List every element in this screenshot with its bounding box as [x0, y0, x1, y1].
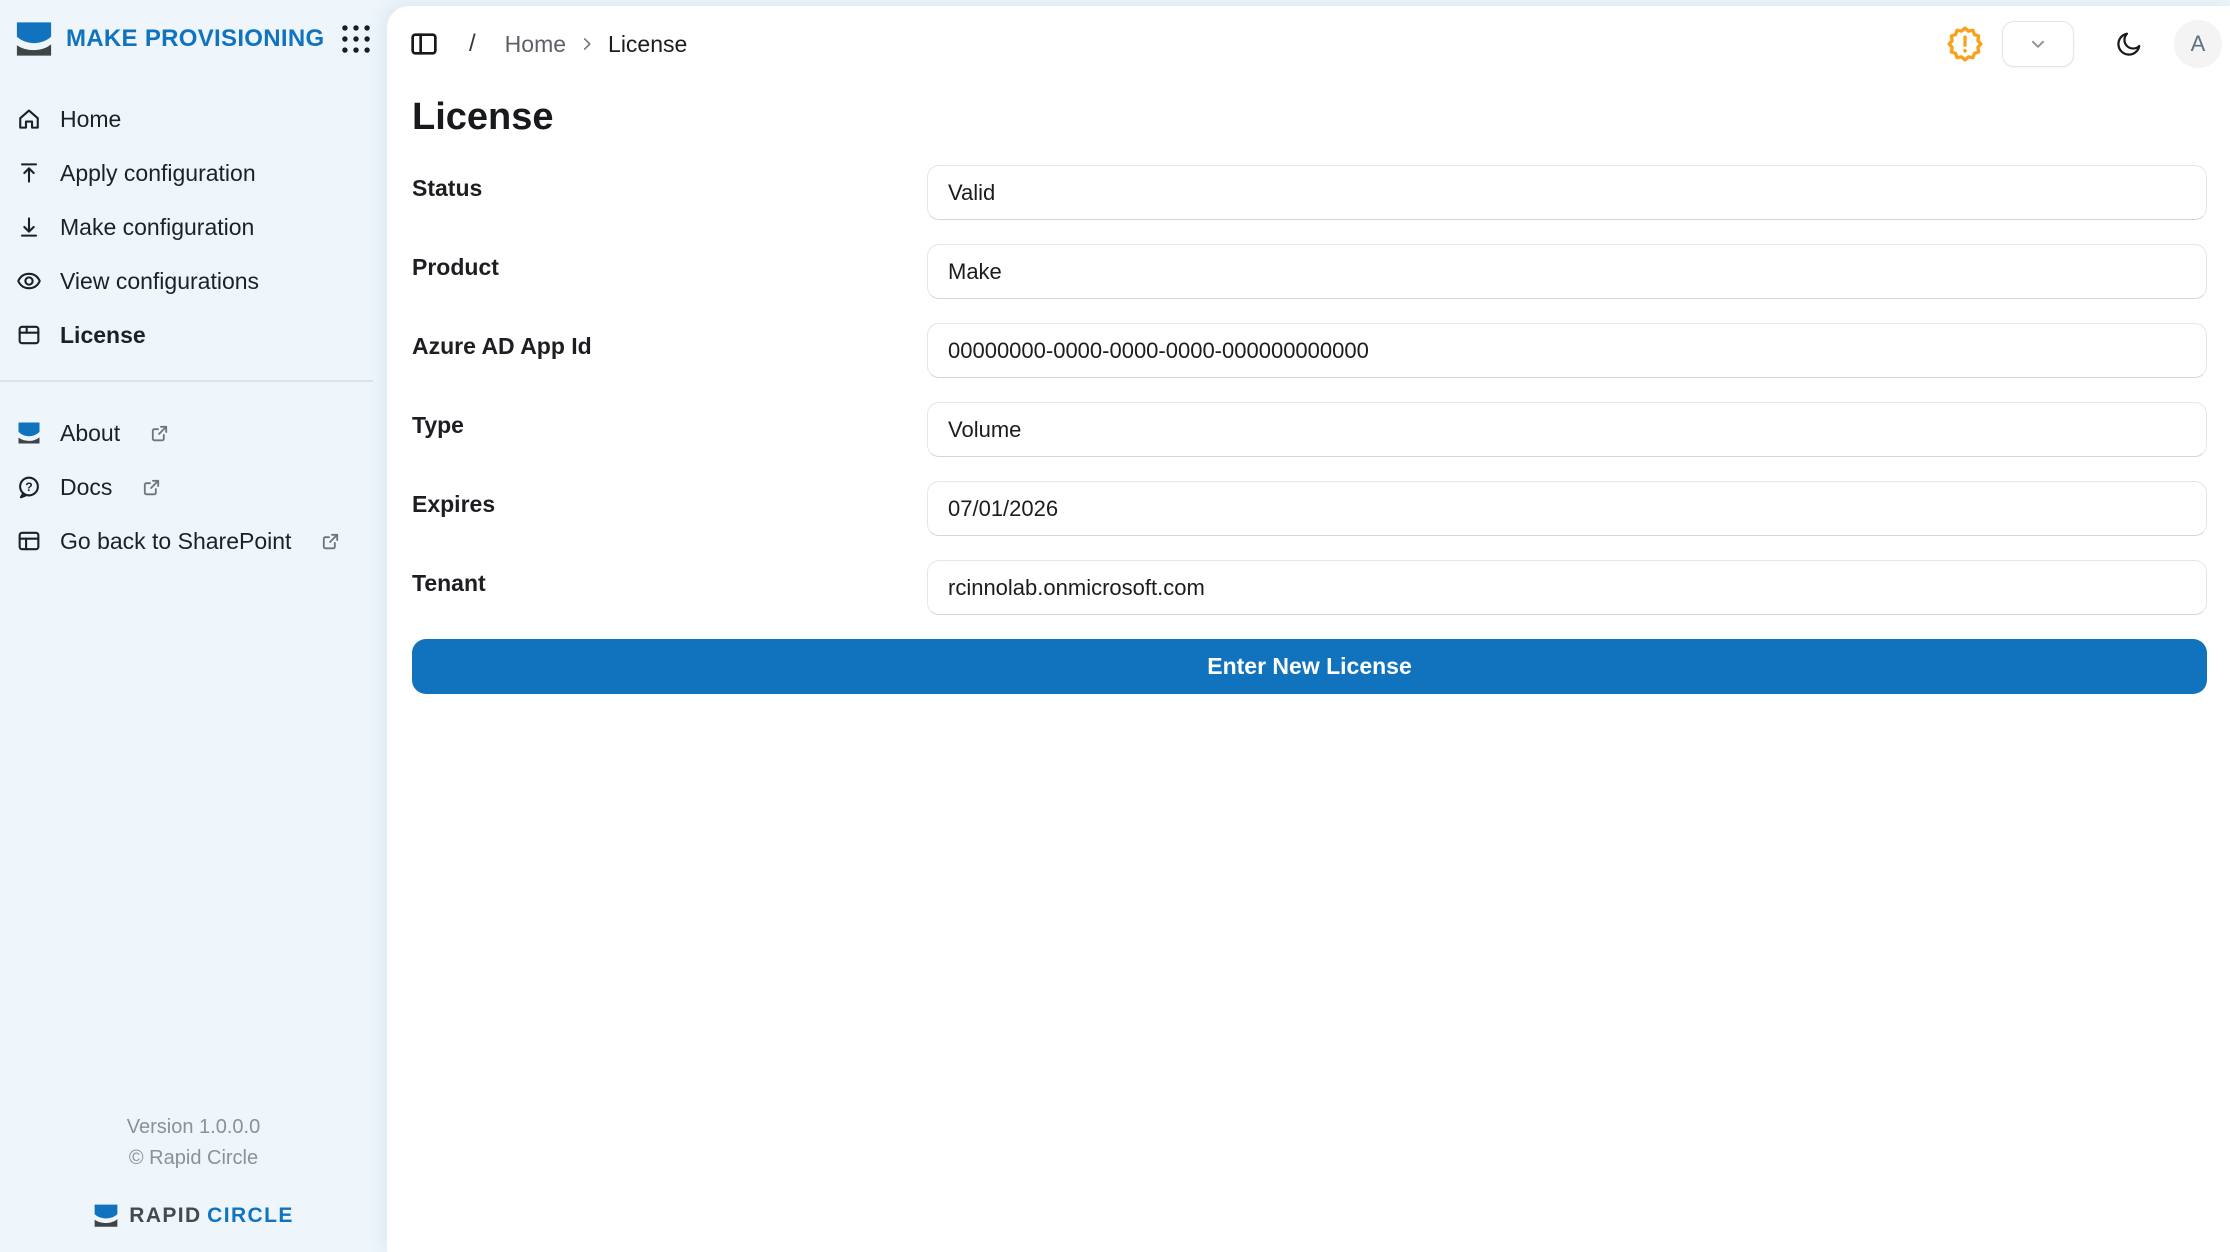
external-link-icon	[319, 530, 342, 553]
main-panel: / Home License A	[387, 6, 2230, 1252]
sidebar-item-label: Home	[60, 106, 121, 133]
sidebar-item-license[interactable]: License	[0, 308, 387, 362]
upload-icon	[15, 159, 43, 187]
sidebar-links: About ? Docs	[0, 406, 387, 568]
sidebar-footer: Version 1.0.0.0 © Rapid Circle RAPID CIR…	[0, 1112, 387, 1252]
topbar: / Home License A	[387, 6, 2230, 82]
field-label-type: Type	[412, 402, 927, 439]
expires-field[interactable]	[927, 481, 2207, 536]
field-label-expires: Expires	[412, 481, 927, 518]
chevron-down-icon	[2026, 32, 2050, 56]
table-icon	[15, 321, 43, 349]
chevron-right-icon	[576, 33, 598, 55]
license-page: License Status Product Azure AD App Id T…	[387, 82, 2230, 694]
sidebar: MAKE PROVISIONING Home Apply	[0, 0, 387, 1252]
sidebar-item-label: Make configuration	[60, 214, 254, 241]
home-icon	[15, 105, 43, 133]
sidebar-item-docs[interactable]: ? Docs	[0, 460, 387, 514]
brand-text-circle: CIRCLE	[207, 1204, 294, 1227]
dark-mode-moon-icon[interactable]	[2114, 29, 2144, 59]
sidebar-item-go-back-to-sharepoint[interactable]: Go back to SharePoint	[0, 514, 387, 568]
field-label-azure-ad-app-id: Azure AD App Id	[412, 323, 927, 360]
svg-text:?: ?	[25, 480, 32, 494]
field-label-tenant: Tenant	[412, 560, 927, 597]
sidebar-item-apply-configuration[interactable]: Apply configuration	[0, 146, 387, 200]
sidebar-item-label: Go back to SharePoint	[60, 528, 291, 555]
external-link-icon	[148, 422, 171, 445]
help-bubble-icon: ?	[15, 473, 43, 501]
app-logo-icon	[15, 21, 53, 58]
copyright-text: © Rapid Circle	[0, 1143, 387, 1174]
avatar-initial: A	[2191, 31, 2206, 57]
rapid-circle-brand: RAPID CIRCLE	[0, 1200, 387, 1232]
field-row-tenant: Tenant	[412, 560, 2207, 615]
eye-icon	[15, 267, 43, 295]
sidebar-item-home[interactable]: Home	[0, 92, 387, 146]
sidebar-item-label: Apply configuration	[60, 160, 256, 187]
sidebar-item-about[interactable]: About	[0, 406, 387, 460]
field-label-status: Status	[412, 165, 927, 202]
download-icon	[15, 213, 43, 241]
layout-icon	[15, 527, 43, 555]
breadcrumb-slash: /	[469, 30, 476, 58]
field-label-product: Product	[412, 244, 927, 281]
field-row-azure-ad-app-id: Azure AD App Id	[412, 323, 2207, 378]
rapid-circle-logo-icon	[93, 1204, 119, 1228]
avatar[interactable]: A	[2174, 20, 2222, 68]
field-row-product: Product	[412, 244, 2207, 299]
sidebar-item-view-configurations[interactable]: View configurations	[0, 254, 387, 308]
product-field[interactable]	[927, 244, 2207, 299]
azure-ad-app-id-field[interactable]	[927, 323, 2207, 378]
app-title: MAKE PROVISIONING	[66, 25, 324, 53]
sidebar-item-label: Docs	[60, 474, 112, 501]
rapid-circle-logo-icon	[15, 419, 43, 447]
sidebar-item-label: About	[60, 420, 120, 447]
status-field[interactable]	[927, 165, 2207, 220]
sidebar-nav: Home Apply configuration Make configurat…	[0, 92, 387, 362]
enter-new-license-button[interactable]: Enter New License	[412, 639, 2207, 694]
sidebar-item-make-configuration[interactable]: Make configuration	[0, 200, 387, 254]
brand-text-rapid: RAPID	[129, 1204, 201, 1227]
breadcrumb-current: License	[608, 31, 687, 58]
page-title: License	[412, 96, 2207, 139]
field-row-status: Status	[412, 165, 2207, 220]
license-warning-badge-icon[interactable]	[1946, 25, 1984, 63]
sidebar-toggle-icon[interactable]	[408, 28, 440, 60]
sidebar-item-label: View configurations	[60, 268, 259, 295]
type-field[interactable]	[927, 402, 2207, 457]
sidebar-item-label: License	[60, 322, 146, 349]
field-row-expires: Expires	[412, 481, 2207, 536]
sidebar-header: MAKE PROVISIONING	[0, 0, 387, 66]
tenant-field[interactable]	[927, 560, 2207, 615]
version-text: Version 1.0.0.0	[0, 1112, 387, 1143]
breadcrumb-home[interactable]: Home	[505, 31, 566, 58]
header-dropdown-button[interactable]	[2002, 21, 2074, 67]
app-launcher-waffle-icon[interactable]	[337, 20, 375, 58]
external-link-icon	[140, 476, 163, 499]
sidebar-divider	[0, 380, 373, 382]
field-row-type: Type	[412, 402, 2207, 457]
